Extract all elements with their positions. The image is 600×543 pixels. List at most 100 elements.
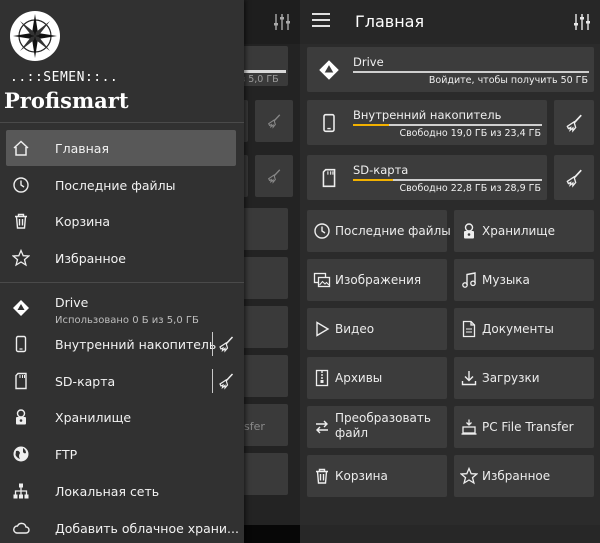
bottom-strip	[300, 525, 600, 543]
tile-trash[interactable]: Корзина	[307, 455, 447, 497]
drawer-item-local-network[interactable]: Локальная сеть	[0, 473, 244, 509]
tile-convert-file[interactable]: Преобразовать файл	[307, 406, 447, 448]
drawer-item-label: Корзина	[55, 213, 111, 229]
drive-usage-text: Использовано 0 Б из 5,0 ГБ	[55, 315, 199, 326]
tile-recent-files[interactable]: Последние файлы	[307, 210, 451, 252]
drawer-item-favorites[interactable]: Избранное	[0, 240, 244, 276]
vault-icon	[11, 407, 31, 427]
drawer-item-internal-storage[interactable]: Внутренний накопитель	[0, 326, 244, 362]
divider	[0, 122, 244, 123]
drawer-item-label: Внутренний накопитель	[55, 336, 217, 352]
drawer-item-vault[interactable]: Хранилище	[0, 399, 244, 435]
star-icon	[459, 466, 479, 486]
storage-progress-fill	[353, 179, 393, 181]
background-card	[244, 155, 248, 197]
tile-label: Преобразовать файл	[335, 411, 431, 440]
drawer-item-label: SD-карта	[55, 373, 116, 389]
tune-icon	[274, 14, 290, 30]
storage-card-drive[interactable]: Drive Войдите, чтобы получить 50 ГБ	[307, 47, 594, 92]
bottom-strip	[244, 525, 300, 543]
drawer-item-label: Хранилище	[55, 409, 132, 425]
compass-logo-icon	[9, 10, 61, 62]
tile-label: Видео	[335, 322, 375, 336]
app-bar: Главная	[300, 0, 600, 44]
storage-progress-fill	[353, 124, 389, 126]
storage-card-sd[interactable]: SD-карта Свободно 22,8 ГБ из 28,9 ГБ	[307, 155, 547, 200]
tile-label: Архивы	[335, 371, 383, 385]
drawer-item-label: Локальная сеть	[55, 483, 160, 499]
tile-label: Загрузки	[482, 371, 540, 385]
clean-broom-icon	[564, 113, 584, 133]
background-tile	[244, 257, 288, 299]
menu-icon[interactable]	[312, 13, 330, 31]
clean-broom-icon[interactable]	[212, 369, 238, 393]
brand-tagline: ..::SEMEN::..	[10, 70, 119, 85]
storage-card-internal[interactable]: Внутренний накопитель Свободно 19,0 ГБ и…	[307, 100, 547, 145]
phone-icon	[318, 112, 340, 134]
tile-video[interactable]: Видео	[307, 308, 447, 350]
background-toolbar	[244, 0, 300, 44]
tile-label: Изображения	[335, 273, 422, 287]
clean-sd-button[interactable]	[554, 155, 594, 200]
clean-broom-icon[interactable]	[212, 332, 238, 356]
background-tile	[244, 208, 288, 250]
drive-icon	[318, 59, 340, 81]
tune-icon[interactable]	[572, 12, 592, 32]
tile-label: Хранилище	[482, 224, 555, 238]
sd-card-icon	[318, 167, 340, 189]
tile-label: Последние файлы	[335, 224, 451, 238]
drawer-header: ..::SEMEN::.. Profismart	[0, 0, 244, 122]
tile-pc-file-transfer[interactable]: PC File Transfer	[454, 406, 594, 448]
tile-images[interactable]: Изображения	[307, 259, 447, 301]
trash-icon	[11, 211, 31, 231]
storage-name: Drive	[353, 55, 384, 69]
clean-internal-button[interactable]	[554, 100, 594, 145]
storage-info: Свободно 19,0 ГБ из 23,4 ГБ	[399, 128, 541, 139]
background-text: из 5,0 ГБ	[244, 74, 279, 85]
tile-downloads[interactable]: Загрузки	[454, 357, 594, 399]
drawer-item-label: Drive	[55, 295, 89, 310]
drawer-item-label: Добавить облачное храни...	[55, 520, 239, 536]
tile-label: Корзина	[335, 469, 388, 483]
video-icon	[312, 319, 332, 339]
drawer-item-sd-card[interactable]: SD-карта	[0, 363, 244, 399]
convert-icon	[312, 417, 332, 437]
phone-icon	[11, 334, 31, 354]
tile-vault[interactable]: Хранилище	[454, 210, 594, 252]
clean-broom-icon	[564, 168, 584, 188]
drawer-item-ftp[interactable]: FTP	[0, 436, 244, 472]
tile-music[interactable]: Музыка	[454, 259, 594, 301]
background-progress-bar	[244, 70, 286, 73]
storage-name: Внутренний накопитель	[353, 108, 502, 122]
clock-icon	[11, 175, 31, 195]
storage-name: SD-карта	[353, 163, 409, 177]
background-text: sfer	[244, 420, 265, 433]
vault-icon	[459, 221, 479, 241]
cloud-icon	[11, 518, 31, 538]
drawer-item-recent[interactable]: Последние файлы	[0, 167, 244, 203]
tile-label: Избранное	[482, 469, 551, 483]
tile-documents[interactable]: Документы	[454, 308, 594, 350]
home-icon	[11, 138, 31, 158]
drawer-item-home[interactable]: Главная	[6, 130, 236, 166]
drawer-item-label: Последние файлы	[55, 177, 176, 193]
background-broom-card	[255, 100, 293, 142]
drawer-item-label: Избранное	[55, 250, 126, 266]
drawer-item-drive[interactable]: Drive Использовано 0 Б из 5,0 ГБ	[0, 290, 244, 330]
music-icon	[459, 270, 479, 290]
background-screen: из 5,0 ГБ sfer	[244, 44, 300, 525]
tile-archives[interactable]: Архивы	[307, 357, 447, 399]
document-icon	[459, 319, 479, 339]
drive-icon	[11, 298, 31, 318]
drawer-item-add-cloud[interactable]: Добавить облачное храни...	[0, 510, 244, 543]
storage-info: Свободно 22,8 ГБ из 28,9 ГБ	[399, 183, 541, 194]
trash-icon	[312, 466, 332, 486]
download-icon	[459, 368, 479, 388]
drawer-item-trash[interactable]: Корзина	[0, 203, 244, 239]
divider	[0, 282, 244, 283]
tile-favorites[interactable]: Избранное	[454, 455, 594, 497]
storage-progress-bar	[353, 179, 542, 181]
storage-progress-bar	[353, 71, 589, 73]
clock-icon	[312, 221, 332, 241]
tile-label: PC File Transfer	[482, 420, 574, 434]
